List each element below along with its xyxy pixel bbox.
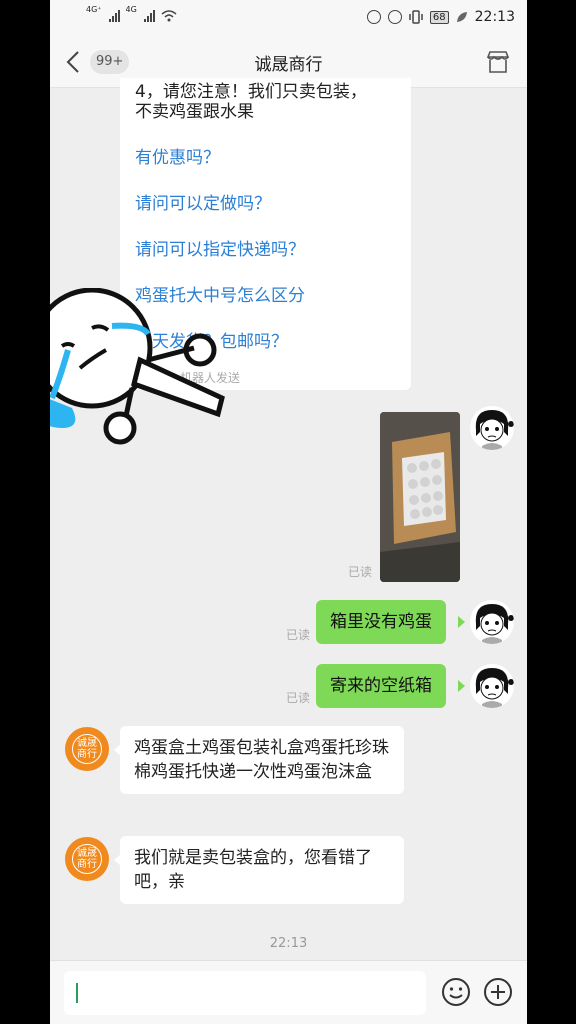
timestamp: 22:13 [269, 936, 308, 951]
sim2-label: 4G [125, 5, 137, 14]
user-message-text: 寄来的空纸箱 [330, 676, 432, 696]
shop-avatar-text: 诚晟商行 [72, 844, 102, 874]
user-message-bubble: 箱里没有鸡蛋 [316, 600, 446, 644]
faq-link[interactable]: 请问可以定做吗？ [135, 192, 271, 216]
egg-tray-photo [380, 412, 460, 582]
user-avatar-image [475, 604, 514, 644]
read-receipt: 已读 [286, 628, 311, 642]
read-receipt: 已读 [348, 565, 373, 579]
shop-avatar[interactable]: 诚晟商行 [65, 727, 109, 771]
shop-message-text: 鸡蛋盒土鸡蛋包装礼盒鸡蛋托珍珠棉鸡蛋托快递一次性鸡蛋泡沫盒 [134, 738, 389, 782]
clock: 22:13 [474, 9, 515, 25]
shop-message-bubble: 鸡蛋盒土鸡蛋包装礼盒鸡蛋托珍珠棉鸡蛋托快递一次性鸡蛋泡沫盒 [120, 726, 404, 794]
shop-avatar-text: 诚晟商行 [72, 734, 102, 764]
status-icons: 68 22:13 [366, 9, 515, 25]
crying-sticker [50, 288, 225, 445]
status-bar: 4G⁺ 4G 68 22:13 [50, 0, 527, 36]
message-input[interactable] [64, 971, 426, 1015]
page-title: 诚晟商行 [254, 55, 323, 75]
bot-notice-line2: 不卖鸡蛋跟水果 [135, 102, 254, 122]
user-message-bubble: 寄来的空纸箱 [316, 664, 446, 708]
text-caret [76, 983, 78, 1003]
vibrate-icon [409, 10, 423, 24]
shop-message-text: 我们就是卖包装盒的，您看错了吧，亲 [134, 848, 372, 892]
phone-screen: 4G⁺ 4G 68 22:13 99+ 诚晟商行 4，请您注意！我们只卖包装， … [50, 0, 527, 1024]
faq-link[interactable]: 请问可以指定快递吗？ [135, 238, 305, 262]
alarm-icon [387, 10, 402, 24]
shop-avatar[interactable]: 诚晟商行 [65, 837, 109, 881]
shop-message-bubble: 我们就是卖包装盒的，您看错了吧，亲 [120, 836, 404, 904]
user-avatar[interactable] [470, 600, 514, 644]
bubble-tail [458, 680, 465, 692]
signal-icon [108, 10, 120, 22]
user-avatar[interactable] [470, 664, 514, 708]
plus-icon[interactable] [483, 977, 513, 1007]
user-avatar[interactable] [470, 406, 514, 450]
battery-icon: 68 [429, 10, 449, 24]
input-bar [50, 960, 527, 1024]
user-avatar-image [475, 410, 514, 450]
read-receipt: 已读 [286, 691, 311, 705]
user-avatar-image [475, 668, 514, 708]
emoji-icon[interactable] [441, 977, 471, 1007]
user-photo-message[interactable] [380, 412, 460, 582]
wifi-icon [161, 10, 177, 22]
sim1-label: 4G⁺ [86, 5, 102, 14]
shop-icon[interactable] [485, 49, 511, 75]
bubble-tail [458, 616, 465, 628]
user-message-text: 箱里没有鸡蛋 [330, 612, 432, 632]
nfc-icon [366, 10, 381, 24]
signal-icon [143, 10, 155, 22]
faq-link[interactable]: 有优惠吗？ [135, 146, 220, 170]
leaf-icon [456, 12, 467, 22]
signal-group: 4G⁺ 4G [86, 5, 177, 22]
